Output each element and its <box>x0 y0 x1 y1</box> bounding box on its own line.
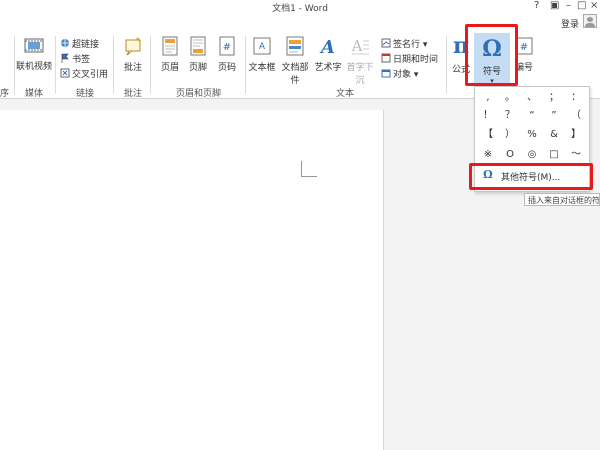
footer-label: 页脚 <box>188 63 207 73</box>
symbol-item[interactable]: □ <box>543 146 565 164</box>
wordart-button[interactable]: A 艺术字 <box>314 36 342 73</box>
symbol-item[interactable]: ” <box>543 107 565 125</box>
film-icon <box>24 38 44 53</box>
online-video-label: 联机视频 <box>16 62 53 72</box>
user-avatar-icon[interactable] <box>583 14 597 28</box>
cross-reference-button[interactable]: 交叉引用 <box>60 67 108 80</box>
symbol-item[interactable]: 】 <box>565 126 587 144</box>
ribbon-display-button[interactable]: ▣ <box>550 0 559 11</box>
media-group-label: 媒体 <box>25 89 44 99</box>
wordart-label: 艺术字 <box>314 63 342 73</box>
title-bar: 文档1 - Word ? ▣ – □ × <box>0 0 600 14</box>
minimize-button[interactable]: – <box>566 0 571 11</box>
text-group-label: 文本 <box>336 89 355 99</box>
header-label: 页眉 <box>160 63 179 73</box>
page-number-label: 页码 <box>217 63 236 73</box>
group-separator <box>245 36 246 94</box>
date-time-button[interactable]: 日期和时间 <box>381 52 438 65</box>
header-button[interactable]: 页眉 <box>156 36 184 73</box>
group-separator <box>14 36 15 94</box>
drop-cap-button[interactable]: A 首字下沉 <box>343 36 377 86</box>
symbol-item[interactable]: 【 <box>477 126 499 144</box>
signature-line-label: 签名行 <box>393 40 421 50</box>
header-footer-group-label: 页眉和页脚 <box>176 89 222 99</box>
more-symbols-highlight <box>469 163 593 190</box>
hyperlink-button[interactable]: 超链接 <box>60 37 99 50</box>
quick-parts-button[interactable]: 文档部件 <box>278 36 312 86</box>
symbol-item[interactable]: （ <box>565 107 587 125</box>
cross-reference-icon <box>60 68 70 78</box>
comments-group-label: 批注 <box>124 89 143 99</box>
svg-text:A: A <box>259 42 266 52</box>
symbol-item[interactable]: ； <box>543 89 565 107</box>
window-title: 文档1 - Word <box>272 4 328 14</box>
symbol-item[interactable]: O <box>499 146 521 164</box>
bookmark-button[interactable]: 书签 <box>60 52 90 65</box>
margin-corner-mark <box>301 161 317 177</box>
symbol-button-highlight <box>465 24 518 86</box>
login-link[interactable]: 登录 <box>561 17 579 30</box>
group-separator <box>55 36 56 94</box>
symbol-item[interactable]: ） <box>499 126 521 144</box>
textbox-icon: A <box>253 37 271 55</box>
quick-parts-icon <box>286 36 304 56</box>
symbol-item[interactable]: ？ <box>499 107 521 125</box>
group-separator <box>446 36 447 94</box>
footer-button[interactable]: 页脚 <box>184 36 212 73</box>
svg-text:#: # <box>223 42 231 53</box>
object-icon <box>381 68 391 78</box>
object-label: 对象 <box>393 70 412 80</box>
more-symbols-tooltip: 插入来自对话框的符号 <box>524 193 600 206</box>
svg-text:A: A <box>351 37 363 55</box>
hyperlink-label: 超链接 <box>72 40 100 50</box>
close-button[interactable]: × <box>590 0 598 11</box>
comment-button[interactable]: 批注 <box>118 36 148 73</box>
svg-text:A: A <box>319 37 335 56</box>
online-video-button[interactable]: 联机视频 <box>16 36 52 72</box>
footer-icon <box>190 36 206 56</box>
symbol-item[interactable]: ※ <box>477 146 499 164</box>
comment-label: 批注 <box>123 63 142 73</box>
bookmark-label: 书签 <box>72 55 91 65</box>
comment-icon <box>125 37 141 56</box>
quick-parts-label: 文档部件 <box>281 63 309 86</box>
group-label-partial: 序 <box>0 89 10 99</box>
symbol-item[interactable]: & <box>543 126 565 144</box>
cross-reference-label: 交叉引用 <box>72 70 109 80</box>
restore-button[interactable]: □ <box>577 0 586 11</box>
symbol-item[interactable]: ： <box>565 89 587 107</box>
drop-cap-icon: A <box>351 37 369 55</box>
globe-link-icon <box>60 38 70 48</box>
textbox-label: 文本框 <box>248 63 276 73</box>
page-number-icon: # <box>219 36 235 56</box>
symbol-item[interactable]: ◎ <box>521 146 543 164</box>
flag-icon <box>60 53 70 63</box>
group-separator <box>150 36 151 94</box>
svg-text:#: # <box>520 42 528 53</box>
symbol-item[interactable]: “ <box>521 107 543 125</box>
calendar-icon <box>381 53 391 63</box>
object-button[interactable]: 对象 ▾ <box>381 67 418 80</box>
links-group-label: 链接 <box>76 89 95 99</box>
textbox-button[interactable]: A 文本框 <box>248 36 276 73</box>
symbol-item[interactable]: ！ <box>477 107 499 125</box>
symbol-item[interactable]: ～ <box>565 146 587 164</box>
symbol-item[interactable]: 、 <box>521 89 543 107</box>
group-separator <box>113 36 114 94</box>
signature-line-button[interactable]: 签名行 ▾ <box>381 37 427 50</box>
symbol-item[interactable]: 。 <box>499 89 521 107</box>
symbol-item[interactable]: , <box>477 89 499 107</box>
signature-icon <box>381 38 391 48</box>
date-time-label: 日期和时间 <box>393 55 439 65</box>
header-icon <box>162 36 178 56</box>
page-number-button[interactable]: # 页码 <box>213 36 241 73</box>
wordart-icon: A <box>319 37 335 56</box>
document-page[interactable] <box>0 110 384 450</box>
help-button[interactable]: ? <box>534 0 539 11</box>
drop-cap-label: 首字下沉 <box>346 63 374 86</box>
symbol-item[interactable]: % <box>521 126 543 144</box>
